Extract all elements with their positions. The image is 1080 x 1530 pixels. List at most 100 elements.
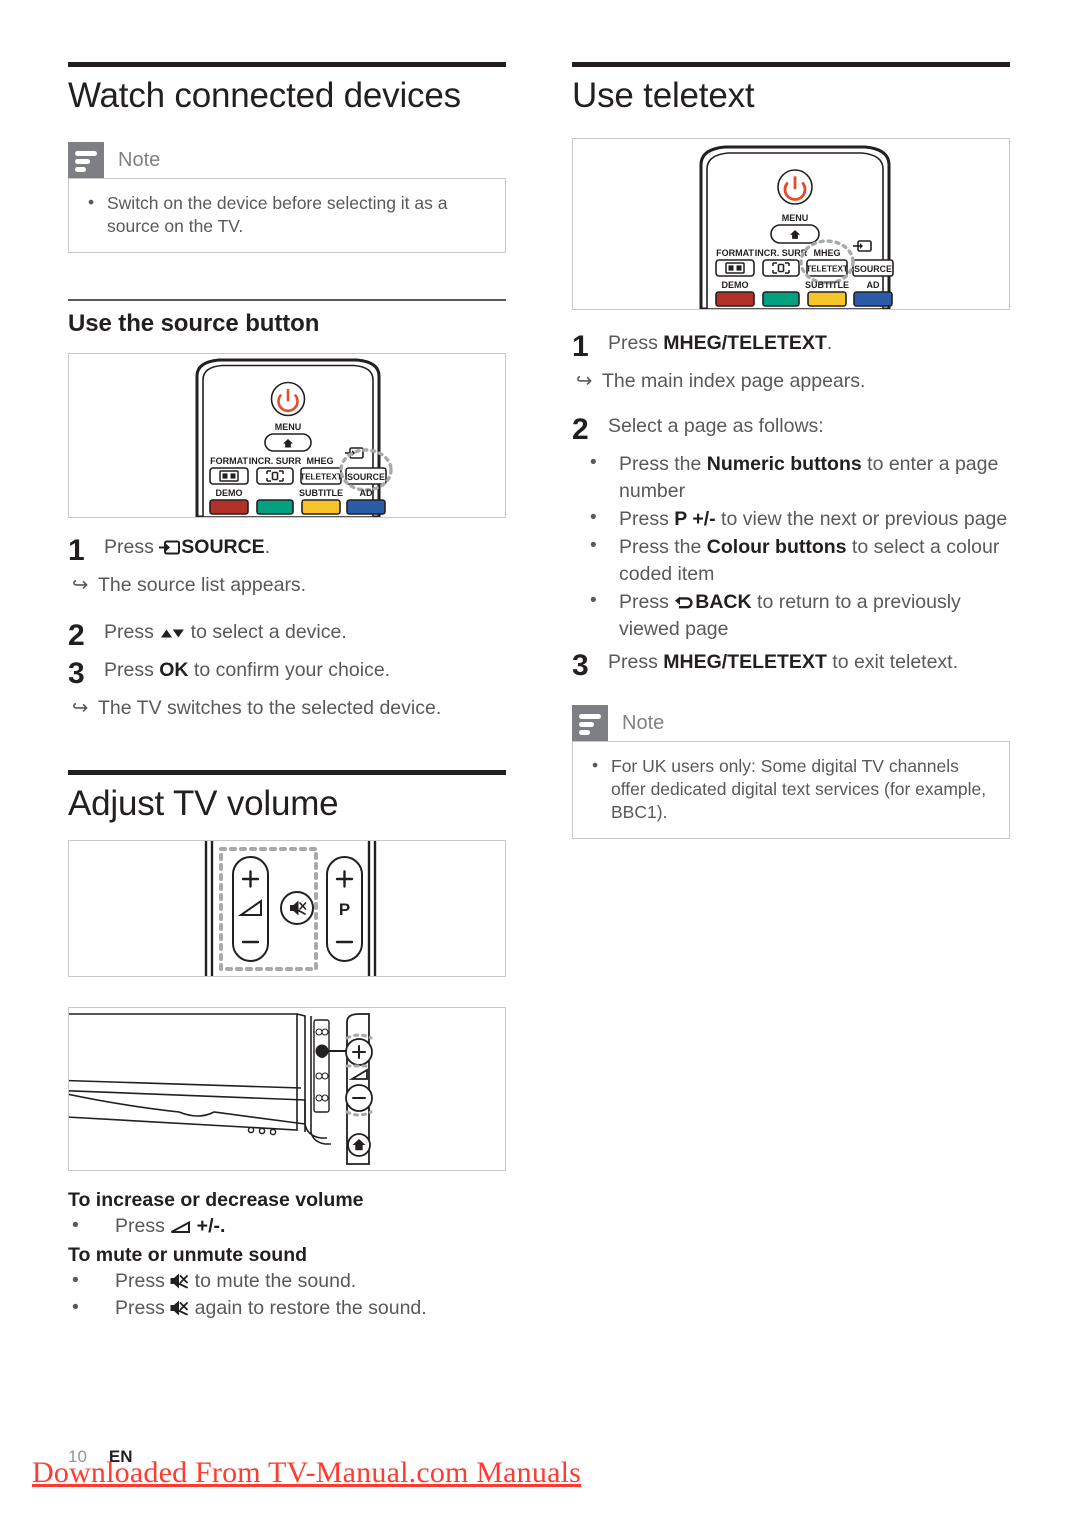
note-body: Switch on the device before selecting it… <box>68 178 506 254</box>
svg-text:FORMAT: FORMAT <box>210 456 248 466</box>
teletext-section-title: Use teletext <box>572 76 755 115</box>
svg-text:AD: AD <box>360 488 373 498</box>
up-down-arrows-icon <box>159 627 185 640</box>
step-pre: Press <box>104 659 160 682</box>
note-label: Note <box>118 149 161 172</box>
step-1: 1 Press SOURCE. <box>68 534 506 566</box>
note-header: Note <box>572 704 1010 741</box>
page-title: Watch connected devices <box>68 76 461 115</box>
item-pre: Press <box>115 1270 171 1293</box>
step-pre: Press <box>104 621 160 644</box>
svg-text:DEMO: DEMO <box>722 280 749 290</box>
svg-text:P: P <box>339 900 350 919</box>
result-text: The main index page appears. <box>602 370 866 393</box>
figure-remote-teletext: MENU FORMAT INCR. SURR MHEG TELETEXT SOU… <box>572 138 1010 311</box>
step-number: 1 <box>68 534 85 568</box>
step-number: 2 <box>572 413 589 447</box>
result-arrow-icon: ↪ <box>72 697 89 720</box>
figure-remote-source: MENU FORMAT INCR. SURR MHEG TELETEXT SOU… <box>68 353 506 519</box>
list-item: Press the Colour buttons to select a col… <box>572 533 1010 588</box>
volume-block-list-2: Press to mute the sound. Press again to … <box>68 1267 506 1322</box>
item-bold: BACK <box>695 590 752 613</box>
list-item: Press the Numeric buttons to enter a pag… <box>572 450 1010 505</box>
subsection-rule <box>68 299 506 302</box>
list-item: Press BACK to return to a previously vie… <box>572 588 1010 643</box>
svg-text:TELETEXT: TELETEXT <box>300 473 342 482</box>
mute-icon <box>170 1300 189 1316</box>
svg-text:SOURCE: SOURCE <box>854 264 892 274</box>
step-number: 3 <box>68 657 85 691</box>
step-1-result: ↪ The main index page appears. <box>572 368 1010 395</box>
item-bold: Colour buttons <box>706 535 847 558</box>
svg-text:AD: AD <box>867 280 880 290</box>
note-box-connected-devices: Note Switch on the device before selecti… <box>68 142 506 254</box>
svg-text:FORMAT: FORMAT <box>716 248 754 258</box>
watermark-text: Downloaded From TV-Manual.com Manuals <box>32 1456 581 1489</box>
step-text: Select a page as follows: <box>608 415 824 438</box>
list-item: Press P +/- to view the next or previous… <box>572 505 1010 533</box>
item-bold: P +/- <box>674 508 716 531</box>
result-arrow-icon: ↪ <box>576 370 593 393</box>
list-item: Press again to restore the sound. <box>68 1294 506 1322</box>
volume-block-title-2: To mute or unmute sound <box>68 1244 308 1267</box>
remote-control-teletext-illustration: MENU FORMAT INCR. SURR MHEG TELETEXT SOU… <box>699 145 894 310</box>
item-post: +/-. <box>191 1215 226 1238</box>
item-pre: Press the <box>619 453 707 476</box>
svg-text:MHEG: MHEG <box>307 456 334 466</box>
step-post: to select a device. <box>185 621 347 644</box>
step-text: Press OK to confirm your choice. <box>104 657 506 684</box>
svg-text:SUBTITLE: SUBTITLE <box>299 488 343 498</box>
step-bold: MHEG/TELETEXT <box>663 332 827 355</box>
result-text: The source list appears. <box>98 574 307 597</box>
step-pre: Press <box>608 332 664 355</box>
step-bold: MHEG/TELETEXT <box>663 650 827 673</box>
step-1-result: ↪ The source list appears. <box>68 572 506 599</box>
note-lines-icon <box>68 142 104 179</box>
note-box-teletext: Note For UK users only: Some digital TV … <box>572 704 1010 839</box>
item-pre: Press the <box>619 535 707 558</box>
manual-page: Watch connected devices Note Switch on t… <box>0 0 1080 1530</box>
step-text: Press MHEG/TELETEXT to exit teletext. <box>608 649 1010 676</box>
note-item: For UK users only: Some digital TV chann… <box>587 754 993 824</box>
item-post: to mute the sound. <box>189 1270 357 1293</box>
item-pre: Press <box>619 508 675 531</box>
step-2-bullets: Press the Numeric buttons to enter a pag… <box>572 450 1010 643</box>
step-post: to exit teletext. <box>826 650 959 673</box>
item-pre: Press <box>115 1297 171 1320</box>
result-text: The TV switches to the selected device. <box>98 697 442 720</box>
svg-text:MENU: MENU <box>275 422 302 432</box>
volume-block-list-1: Press +/-. <box>68 1212 506 1240</box>
volume-icon <box>170 1220 191 1234</box>
svg-text:INCR. SURR: INCR. SURR <box>755 248 808 258</box>
step-2: 2 Select a page as follows: <box>572 413 1010 445</box>
item-post: to view the next or previous page <box>715 508 1008 531</box>
remote-control-source-illustration: MENU FORMAT INCR. SURR MHEG TELETEXT SOU… <box>195 358 393 518</box>
figure-tv-side-controls <box>68 1007 506 1172</box>
step-2: 2 Press to select a device. <box>68 619 506 651</box>
section-rule-top <box>68 62 506 67</box>
step-bold: OK <box>159 659 189 682</box>
svg-text:MHEG: MHEG <box>814 248 841 258</box>
list-item: Press +/-. <box>68 1212 506 1240</box>
note-header: Note <box>68 142 506 179</box>
svg-text:SUBTITLE: SUBTITLE <box>805 280 849 290</box>
teletext-steps: 1 Press MHEG/TELETEXT. ↪ The main index p… <box>572 330 1010 680</box>
item-bold: Numeric buttons <box>706 453 862 476</box>
source-steps: 1 Press SOURCE. ↪ The source list appears… <box>68 534 506 722</box>
subsection-title: Use the source button <box>68 310 320 338</box>
step-text: Press SOURCE. <box>104 534 506 561</box>
volume-section-title: Adjust TV volume <box>68 784 339 824</box>
step-bold: SOURCE <box>181 536 265 559</box>
svg-text:MENU: MENU <box>782 213 809 223</box>
volume-block-title-1: To increase or decrease volume <box>68 1189 364 1212</box>
list-item: Press to mute the sound. <box>68 1267 506 1295</box>
right-column: Use teletext MENU FORMAT INCR. SURR MHEG… <box>572 62 1010 839</box>
step-pre: Press <box>104 536 160 559</box>
left-column: Watch connected devices Note Switch on t… <box>68 62 506 1322</box>
note-body: For UK users only: Some digital TV chann… <box>572 740 1010 839</box>
svg-text:SOURCE: SOURCE <box>347 472 385 482</box>
step-number: 3 <box>572 648 589 682</box>
step-post: to confirm your choice. <box>188 659 391 682</box>
item-pre: Press <box>619 590 675 613</box>
tv-side-controls-illustration <box>69 1013 373 1166</box>
